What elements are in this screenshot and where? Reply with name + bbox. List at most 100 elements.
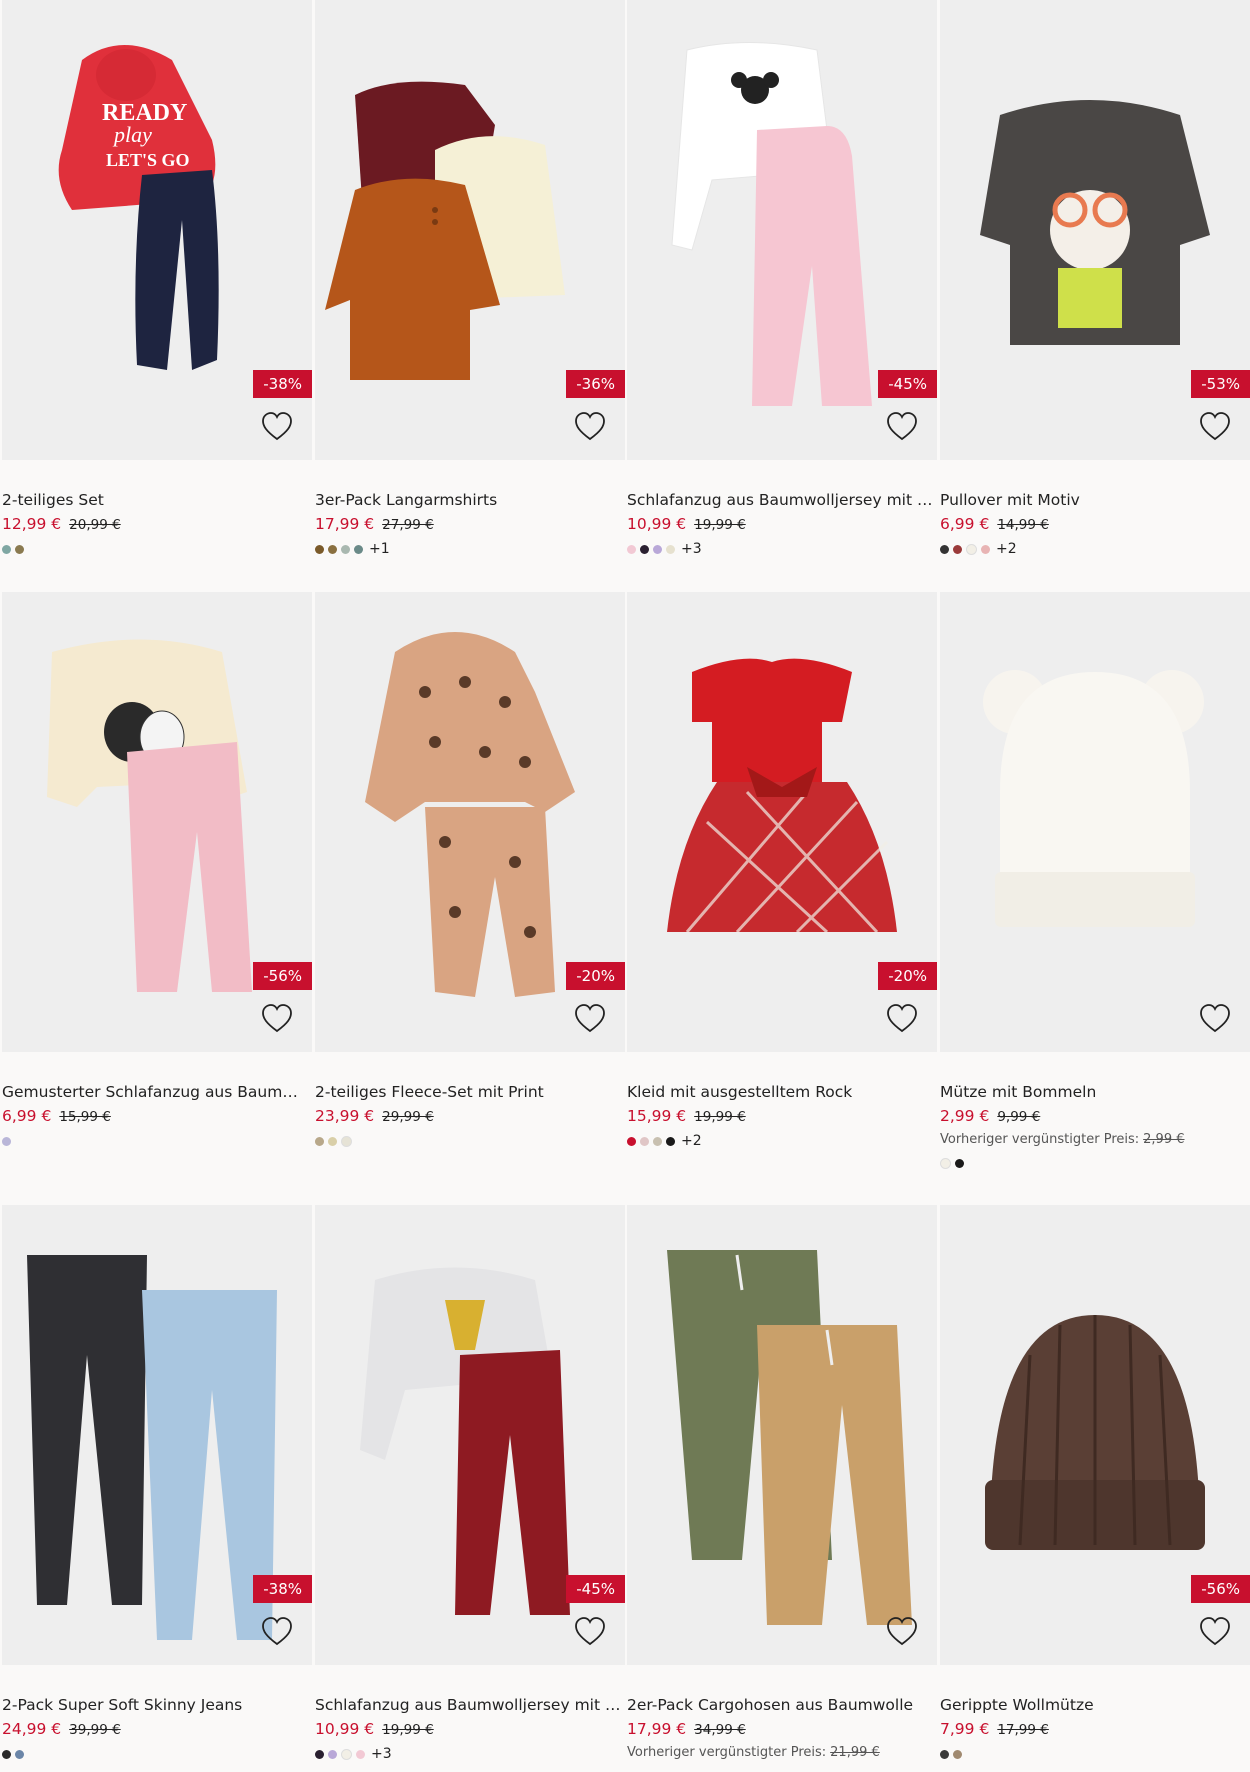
color-swatch[interactable] — [341, 1135, 352, 1147]
product-title[interactable]: 2er-Pack Cargohosen aus Baumwolle — [627, 1695, 933, 1715]
color-swatch[interactable] — [341, 544, 350, 554]
color-swatch[interactable] — [953, 1749, 962, 1759]
more-colors-count[interactable]: +3 — [371, 1746, 392, 1762]
color-swatch[interactable] — [328, 1749, 337, 1759]
product-title[interactable]: 3er-Pack Langarmshirts — [315, 490, 621, 510]
product-card[interactable]: -20% Kleid mit ausgestelltem Rock 15,99 … — [627, 592, 937, 1149]
product-title[interactable]: Gerippte Wollmütze — [940, 1695, 1246, 1715]
heart-icon[interactable] — [1198, 1615, 1232, 1649]
color-swatches[interactable]: +2 — [627, 1133, 937, 1149]
color-swatch[interactable] — [627, 544, 636, 554]
old-price: 9,99 € — [997, 1109, 1041, 1125]
color-swatch[interactable] — [2, 1749, 11, 1759]
product-image[interactable]: -45% — [315, 1205, 625, 1665]
color-swatches[interactable]: +3 — [627, 541, 937, 557]
color-swatch[interactable] — [940, 1157, 951, 1169]
heart-icon[interactable] — [260, 1615, 294, 1649]
color-swatches[interactable]: +2 — [940, 541, 1250, 557]
product-card[interactable]: 2er-Pack Cargohosen aus Baumwolle 17,99 … — [627, 1205, 937, 1762]
product-image[interactable]: -45% — [627, 0, 937, 460]
color-swatch[interactable] — [328, 544, 337, 554]
color-swatch[interactable] — [653, 544, 662, 554]
product-card[interactable]: -56% Gemusterter Schlafanzug aus Baumwol… — [2, 592, 312, 1149]
product-title[interactable]: Schlafanzug aus Baumwolljersey mit Pri..… — [627, 490, 933, 510]
color-swatch[interactable] — [966, 543, 977, 555]
color-swatches[interactable] — [2, 541, 312, 557]
product-image[interactable] — [940, 592, 1250, 1052]
product-image[interactable] — [627, 1205, 937, 1665]
product-title[interactable]: 2-teiliges Set — [2, 490, 308, 510]
color-swatch[interactable] — [953, 544, 962, 554]
heart-icon[interactable] — [1198, 410, 1232, 444]
color-swatch[interactable] — [15, 544, 24, 554]
old-price: 39,99 € — [69, 1722, 121, 1738]
color-swatches[interactable] — [940, 1746, 1250, 1762]
product-card[interactable]: READY play LET'S GO -38% 2-teiliges Set … — [2, 0, 312, 557]
product-card[interactable]: -38% 2-Pack Super Soft Skinny Jeans 24,9… — [2, 1205, 312, 1762]
color-swatch[interactable] — [315, 1749, 324, 1759]
color-swatch[interactable] — [666, 1136, 675, 1146]
product-image[interactable]: READY play LET'S GO -38% — [2, 0, 312, 460]
heart-icon[interactable] — [885, 1615, 919, 1649]
more-colors-count[interactable]: +1 — [369, 541, 390, 557]
product-image[interactable]: -56% — [940, 1205, 1250, 1665]
heart-icon[interactable] — [573, 1002, 607, 1036]
color-swatch[interactable] — [328, 1136, 337, 1146]
color-swatch[interactable] — [640, 544, 649, 554]
heart-icon[interactable] — [885, 410, 919, 444]
product-title[interactable]: Mütze mit Bommeln — [940, 1082, 1246, 1102]
product-title[interactable]: Pullover mit Motiv — [940, 490, 1246, 510]
color-swatches[interactable] — [315, 1133, 625, 1149]
heart-icon[interactable] — [260, 410, 294, 444]
color-swatch[interactable] — [15, 1749, 24, 1759]
product-title[interactable]: Schlafanzug aus Baumwolljersey mit Pri..… — [315, 1695, 621, 1715]
color-swatches[interactable] — [2, 1133, 312, 1149]
product-image[interactable]: -53% — [940, 0, 1250, 460]
color-swatch[interactable] — [2, 1136, 11, 1146]
heart-icon[interactable] — [1198, 1002, 1232, 1036]
more-colors-count[interactable]: +3 — [681, 541, 702, 557]
color-swatch[interactable] — [940, 1749, 949, 1759]
more-colors-count[interactable]: +2 — [681, 1133, 702, 1149]
product-image[interactable]: -38% — [2, 1205, 312, 1665]
color-swatches[interactable]: +3 — [315, 1746, 625, 1762]
product-card[interactable]: -20% 2-teiliges Fleece-Set mit Print 23,… — [315, 592, 625, 1149]
color-swatch[interactable] — [940, 544, 949, 554]
product-image[interactable]: -56% — [2, 592, 312, 1052]
color-swatch[interactable] — [955, 1158, 964, 1168]
product-card[interactable]: -56% Gerippte Wollmütze 7,99 € 17,99 € — [940, 1205, 1250, 1762]
product-image[interactable]: -20% — [627, 592, 937, 1052]
color-swatch[interactable] — [315, 544, 324, 554]
color-swatch[interactable] — [356, 1749, 365, 1759]
product-card[interactable]: Mütze mit Bommeln 2,99 € 9,99 € Vorherige… — [940, 592, 1250, 1171]
product-card[interactable]: -45% Schlafanzug aus Baumwolljersey mit … — [627, 0, 937, 557]
product-card[interactable]: -45% Schlafanzug aus Baumwolljersey mit … — [315, 1205, 625, 1762]
color-swatches[interactable] — [2, 1746, 312, 1762]
product-title[interactable]: 2-teiliges Fleece-Set mit Print — [315, 1082, 621, 1102]
color-swatch[interactable] — [653, 1136, 662, 1146]
more-colors-count[interactable]: +2 — [996, 541, 1017, 557]
heart-icon[interactable] — [260, 1002, 294, 1036]
color-swatch[interactable] — [341, 1748, 352, 1760]
heart-icon[interactable] — [885, 1002, 919, 1036]
color-swatches[interactable]: +1 — [315, 541, 625, 557]
product-image[interactable]: -20% — [315, 592, 625, 1052]
heart-icon[interactable] — [573, 410, 607, 444]
color-swatch[interactable] — [666, 544, 675, 554]
color-swatch[interactable] — [354, 544, 363, 554]
product-title[interactable]: Kleid mit ausgestelltem Rock — [627, 1082, 933, 1102]
color-swatch[interactable] — [640, 1136, 649, 1146]
color-swatch[interactable] — [315, 1136, 324, 1146]
product-image[interactable]: -36% — [315, 0, 625, 460]
product-card[interactable]: -53% Pullover mit Motiv 6,99 € 14,99 € +2 — [940, 0, 1250, 557]
discount-badge: -56% — [1191, 1575, 1250, 1603]
product-title[interactable]: 2-Pack Super Soft Skinny Jeans — [2, 1695, 308, 1715]
color-swatch[interactable] — [2, 544, 11, 554]
product-card[interactable]: -36% 3er-Pack Langarmshirts 17,99 € 27,99… — [315, 0, 625, 557]
color-swatch[interactable] — [627, 1136, 636, 1146]
price: 10,99 € — [627, 515, 687, 533]
product-title[interactable]: Gemusterter Schlafanzug aus Baumwol... — [2, 1082, 308, 1102]
heart-icon[interactable] — [573, 1615, 607, 1649]
color-swatch[interactable] — [981, 544, 990, 554]
color-swatches[interactable] — [940, 1155, 1250, 1171]
